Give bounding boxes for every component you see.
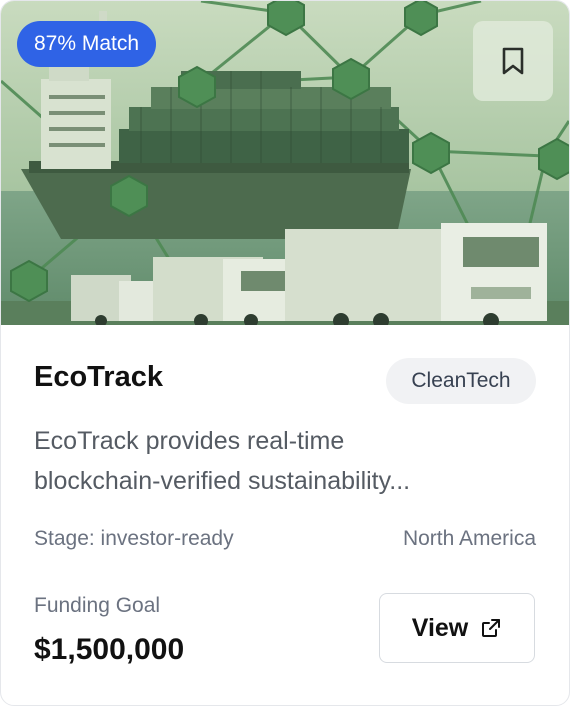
description-line: EcoTrack provides real-time bbox=[34, 427, 345, 455]
funding-goal-value: $1,500,000 bbox=[34, 633, 185, 666]
region-label: North America bbox=[402, 527, 536, 550]
external-link-icon bbox=[480, 617, 502, 639]
bookmark-button[interactable] bbox=[473, 21, 553, 101]
stage-label: Stage: investor-ready bbox=[34, 527, 234, 550]
project-card[interactable]: 87% Match EcoTrack CleanTech EcoTrack pr… bbox=[0, 0, 570, 706]
project-title: EcoTrack bbox=[34, 361, 163, 393]
description-line: blockchain-verified sustainability... bbox=[34, 467, 411, 495]
project-description: EcoTrack provides real-time blockchain-v… bbox=[34, 421, 504, 501]
bookmark-icon bbox=[502, 47, 524, 75]
category-badge: CleanTech bbox=[386, 358, 536, 404]
match-badge: 87% Match bbox=[17, 21, 157, 67]
hero-image: 87% Match bbox=[1, 1, 569, 325]
funding-goal-label: Funding Goal bbox=[34, 594, 161, 617]
view-button[interactable]: View bbox=[379, 593, 535, 663]
view-button-label: View bbox=[411, 613, 469, 642]
